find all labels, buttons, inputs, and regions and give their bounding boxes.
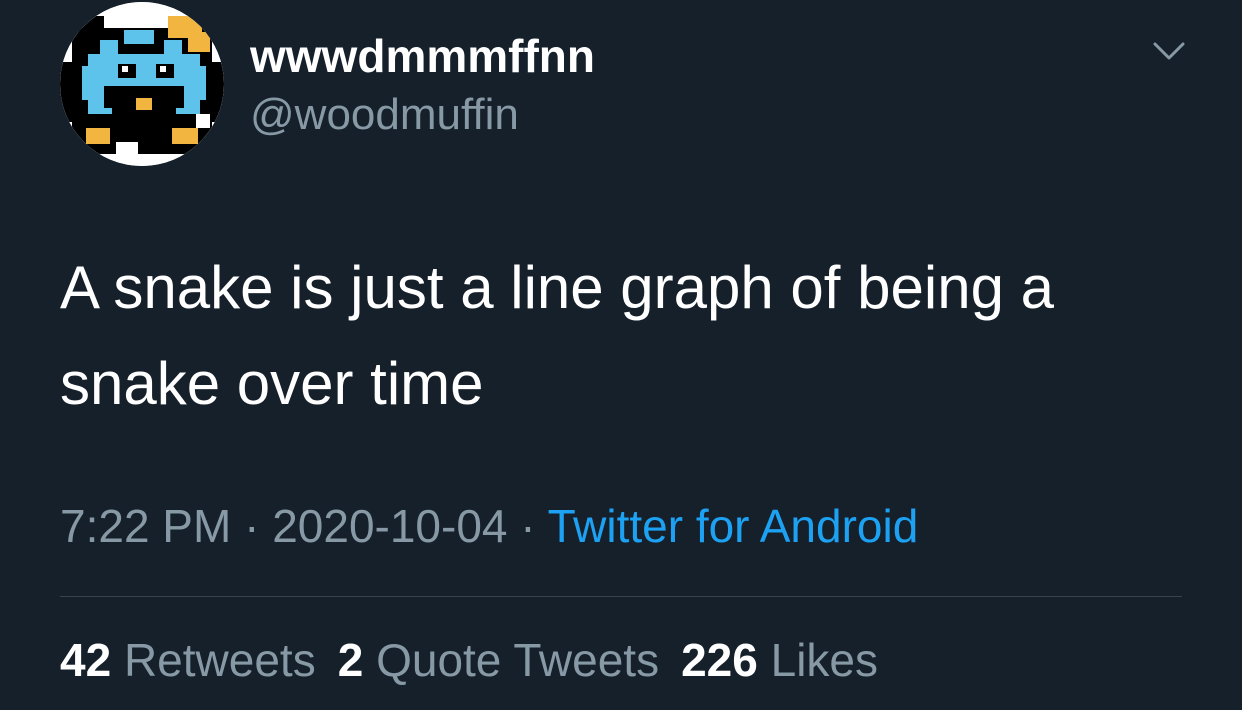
tweet-meta: 7:22 PM · 2020-10-04 · Twitter for Andro… xyxy=(60,496,918,556)
pixel-character-avatar-icon xyxy=(60,2,224,166)
tweet-time: 7:22 PM xyxy=(60,500,232,552)
likes-label: Likes xyxy=(770,634,878,686)
display-name[interactable]: wwwdmmmffnn xyxy=(250,28,595,84)
retweets-label: Retweets xyxy=(123,634,316,686)
meta-separator-2: · xyxy=(507,500,548,552)
tweet-text: A snake is just a line graph of being a … xyxy=(60,254,1071,417)
quote-tweets-stat[interactable]: 2 Quote Tweets xyxy=(338,630,659,690)
tweet-menu-button[interactable] xyxy=(1144,30,1194,74)
quote-tweets-label: Quote Tweets xyxy=(376,634,660,686)
quote-tweets-count: 2 xyxy=(337,634,364,686)
user-handle[interactable]: @woodmuffin xyxy=(250,88,519,142)
avatar[interactable] xyxy=(60,2,224,166)
tweet-detail: wwwdmmmffnn @woodmuffin A snake is just … xyxy=(0,0,1242,710)
chevron-down-icon xyxy=(1153,42,1185,60)
divider xyxy=(60,596,1182,597)
likes-count: 226 xyxy=(681,634,758,686)
tweet-stats: 42 Retweets 2 Quote Tweets 226 Likes xyxy=(60,630,900,690)
likes-stat[interactable]: 226 Likes xyxy=(681,630,878,690)
tweet-date: 2020-10-04 xyxy=(272,500,508,552)
retweets-stat[interactable]: 42 Retweets xyxy=(60,630,316,690)
tweet-source-link[interactable]: Twitter for Android xyxy=(548,500,919,552)
retweets-count: 42 xyxy=(60,634,112,686)
meta-separator: · xyxy=(231,500,273,552)
